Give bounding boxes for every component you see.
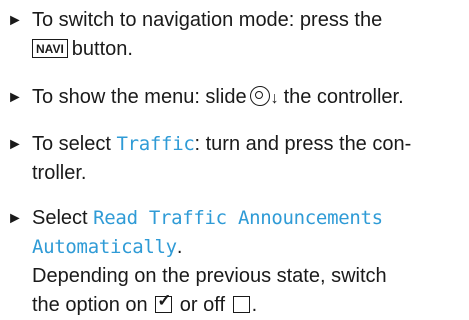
slide-down-arrow-icon: ↓ bbox=[270, 90, 279, 107]
step-read-announcements: ► Select Read Traffic Announcements Auto… bbox=[7, 204, 463, 320]
menu-item-traffic: Traffic bbox=[116, 133, 195, 155]
step-select-traffic: ► To select Traffic: turn and press the … bbox=[7, 130, 463, 188]
step-note-mid: or off bbox=[179, 294, 225, 316]
step-note-cont: the option on bbox=[32, 294, 148, 316]
step-period: . bbox=[176, 236, 183, 258]
step-text: To show the menu: slide bbox=[32, 86, 247, 108]
bullet-marker: ► bbox=[7, 12, 23, 29]
navi-key-icon: NAVI bbox=[32, 39, 68, 58]
step-text-line2: troller. bbox=[32, 162, 87, 184]
step-navigation-mode: ► To switch to navigation mode: press th… bbox=[7, 6, 463, 64]
bullet-marker: ► bbox=[7, 210, 23, 227]
step-note: Depending on the previous state, switch bbox=[32, 265, 387, 287]
checkbox-empty-icon bbox=[232, 296, 250, 313]
checkbox-checked-icon: ✓ bbox=[155, 292, 173, 313]
step-text: Select bbox=[32, 207, 88, 229]
instruction-page: ► To switch to navigation mode: press th… bbox=[0, 0, 469, 316]
controller-icon bbox=[249, 86, 270, 106]
bullet-marker: ► bbox=[7, 89, 23, 106]
step-text: To select bbox=[32, 133, 111, 155]
menu-item-automatically: Automatically bbox=[32, 236, 177, 258]
step-show-menu: ► To show the menu: slide ↓ the controller… bbox=[7, 83, 463, 112]
step-text: To switch to navigation mode: press the bbox=[32, 9, 383, 31]
step-text-cont: button. bbox=[71, 38, 133, 60]
menu-item-read-traffic: Read Traffic Announcements bbox=[93, 207, 383, 229]
step-note-end: . bbox=[251, 294, 258, 316]
step-text-cont: : turn and press the con- bbox=[194, 133, 412, 155]
bullet-marker: ► bbox=[7, 136, 23, 153]
step-text-cont: the controller. bbox=[283, 86, 404, 108]
